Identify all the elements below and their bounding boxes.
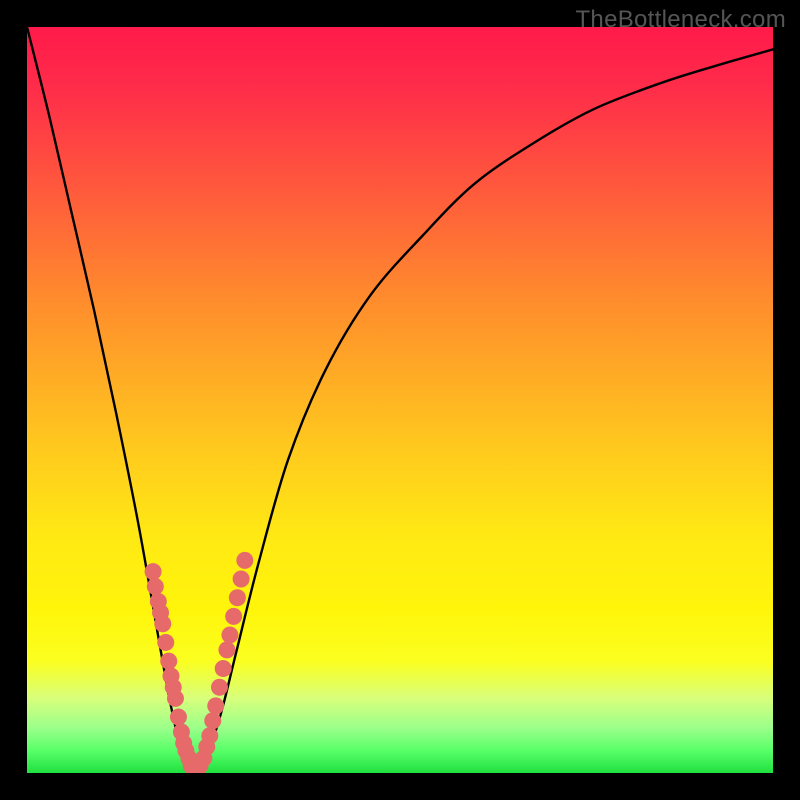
chart-frame: TheBottleneck.com bbox=[0, 0, 800, 800]
data-dot bbox=[201, 727, 218, 744]
data-dot bbox=[211, 679, 228, 696]
data-dot bbox=[236, 552, 253, 569]
data-dot bbox=[225, 608, 242, 625]
data-dot bbox=[167, 690, 184, 707]
data-dot bbox=[154, 615, 171, 632]
data-dot bbox=[145, 563, 162, 580]
data-dot bbox=[229, 589, 246, 606]
data-dot bbox=[157, 634, 174, 651]
data-dot bbox=[233, 571, 250, 588]
data-dot bbox=[218, 641, 235, 658]
data-dot bbox=[147, 578, 164, 595]
bottleneck-curve bbox=[27, 27, 773, 773]
chart-plot-area bbox=[27, 27, 773, 773]
data-dot bbox=[160, 653, 177, 670]
data-dot bbox=[170, 709, 187, 726]
data-dot bbox=[215, 660, 232, 677]
data-dot bbox=[204, 712, 221, 729]
data-dot bbox=[221, 626, 238, 643]
chart-svg bbox=[27, 27, 773, 773]
watermark-text: TheBottleneck.com bbox=[575, 6, 786, 34]
data-dots bbox=[145, 552, 254, 773]
data-dot bbox=[207, 697, 224, 714]
